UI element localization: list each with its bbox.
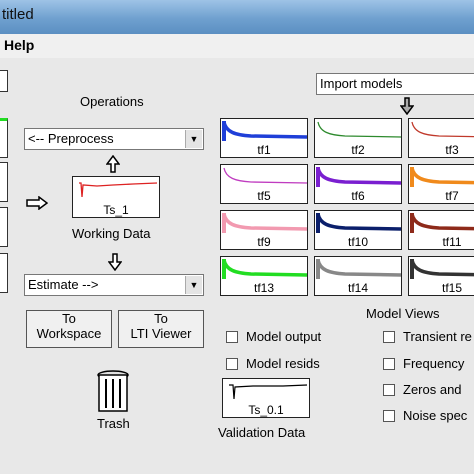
to-workspace-line1: To	[62, 311, 76, 326]
transient-response-label: Transient re	[403, 329, 472, 344]
arrow-down-icon	[399, 97, 415, 116]
model-tile-label: tf10	[347, 235, 368, 249]
data-tile-stub[interactable]	[0, 118, 8, 158]
model-tile-label: tf1	[257, 143, 271, 157]
arrow-up-icon	[105, 154, 121, 173]
noise-spectrum-label: Noise spec	[403, 408, 468, 423]
data-tile-stub[interactable]	[0, 207, 8, 247]
menu-bar	[0, 34, 474, 59]
model-board: tf1 tf2 tf3 tf5 tf6 tf7 tf9 tf10 tf11 tf13 tf14 tf1…	[220, 118, 474, 296]
to-lti-viewer-line1: To	[154, 311, 168, 326]
model-tile-tf6[interactable]: tf6	[314, 164, 402, 204]
model-tile-tf11[interactable]: tf11	[408, 210, 474, 250]
to-workspace-button[interactable]: To Workspace	[26, 310, 112, 348]
data-tile-stub[interactable]	[0, 253, 8, 293]
frequency-response-checkbox[interactable]	[383, 358, 395, 370]
working-data-tile-label: Ts_1	[103, 203, 129, 217]
to-lti-viewer-button[interactable]: To LTI Viewer	[118, 310, 204, 348]
model-tile-label: tf6	[351, 189, 365, 203]
model-curve	[317, 121, 401, 138]
estimate-dropdown-value: Estimate -->	[28, 277, 99, 292]
model-output-label: Model output	[246, 329, 322, 344]
model-tile-tf3[interactable]: tf3	[408, 118, 474, 158]
import-models-dropdown[interactable]: Import models	[316, 73, 474, 95]
arrow-right-icon	[26, 195, 49, 211]
import-models-value: Import models	[320, 76, 403, 91]
model-curve	[223, 167, 307, 184]
model-tile-label: tf11	[442, 235, 462, 249]
model-curve	[410, 167, 474, 185]
model-curve	[316, 259, 401, 277]
model-tile-label: tf3	[445, 143, 459, 157]
model-tile-tf14[interactable]: tf14	[314, 256, 402, 296]
model-curve	[411, 121, 474, 138]
model-resids-checkbox[interactable]	[226, 358, 238, 370]
left-control-stub[interactable]	[0, 70, 8, 92]
model-curve	[410, 259, 474, 277]
model-tile-tf10[interactable]: tf10	[314, 210, 402, 250]
zeros-and-poles-checkbox[interactable]	[383, 384, 395, 396]
to-lti-viewer-line2: LTI Viewer	[130, 326, 192, 341]
model-tile-label: tf9	[257, 235, 271, 249]
validation-data-label: Validation Data	[218, 425, 306, 440]
estimate-dropdown[interactable]: Estimate --> ▼	[24, 274, 204, 296]
model-tile-tf1[interactable]: tf1	[220, 118, 308, 158]
model-tile-tf9[interactable]: tf9	[220, 210, 308, 250]
model-curve	[316, 167, 401, 185]
model-tile-label: tf2	[351, 143, 365, 157]
chevron-down-icon[interactable]: ▼	[185, 130, 202, 148]
model-tile-label: tf7	[445, 189, 459, 203]
transient-response-checkbox[interactable]	[383, 331, 395, 343]
model-curve	[222, 213, 307, 231]
model-tile-tf13[interactable]: tf13	[220, 256, 308, 296]
model-tile-label: tf5	[257, 189, 271, 203]
title-bar	[0, 0, 474, 34]
model-tile-tf2[interactable]: tf2	[314, 118, 402, 158]
model-curve	[316, 213, 401, 231]
preprocess-dropdown-value: <-- Preprocess	[28, 131, 114, 146]
data-tile-stub[interactable]	[0, 162, 8, 202]
model-output-checkbox[interactable]	[226, 331, 238, 343]
preprocess-dropdown[interactable]: <-- Preprocess ▼	[24, 128, 204, 150]
model-resids-label: Model resids	[246, 356, 320, 371]
model-tile-tf5[interactable]: tf5	[220, 164, 308, 204]
working-data-tile[interactable]: Ts_1	[72, 176, 160, 218]
zeros-and-poles-label: Zeros and	[403, 382, 462, 397]
arrow-down-icon	[107, 253, 123, 272]
model-views-heading: Model Views	[366, 306, 440, 321]
working-data-label: Working Data	[72, 226, 151, 241]
model-tile-label: tf15	[441, 281, 462, 295]
model-tile-label: tf14	[347, 281, 368, 295]
menu-help[interactable]: Help	[4, 37, 34, 53]
trash-icon[interactable]	[96, 370, 130, 414]
noise-spectrum-checkbox[interactable]	[383, 410, 395, 422]
model-curve	[222, 121, 307, 139]
model-tile-tf15[interactable]: tf15	[408, 256, 474, 296]
validation-data-tile-label: Ts_0.1	[248, 403, 284, 417]
trash-label: Trash	[97, 416, 130, 431]
validation-data-tile[interactable]: Ts_0.1	[222, 378, 310, 418]
to-workspace-line2: Workspace	[36, 326, 102, 341]
model-curve	[222, 259, 307, 277]
frequency-response-label: Frequency	[403, 356, 465, 371]
model-tile-label: tf13	[253, 281, 274, 295]
model-curve	[410, 213, 474, 231]
operations-heading: Operations	[80, 94, 144, 109]
chevron-down-icon[interactable]: ▼	[185, 276, 202, 294]
window-title: titled	[2, 6, 34, 23]
model-tile-tf7[interactable]: tf7	[408, 164, 474, 204]
